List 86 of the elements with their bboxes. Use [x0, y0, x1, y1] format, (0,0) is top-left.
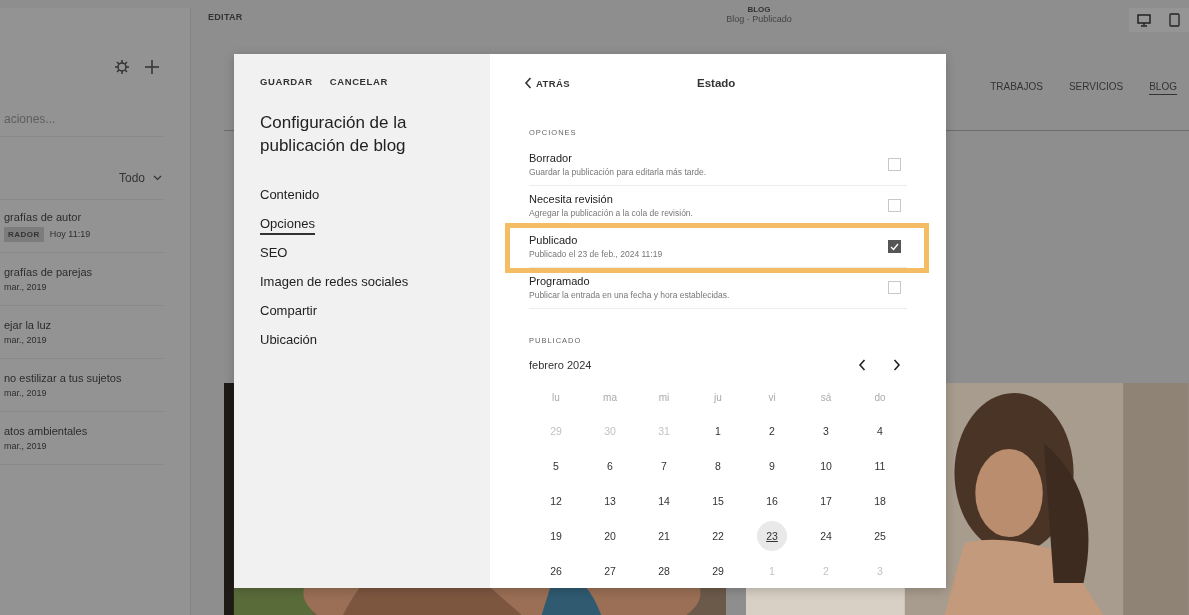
- post-date: mar., 2019: [4, 441, 47, 451]
- calendar-day[interactable]: 25: [865, 520, 895, 551]
- calendar-day[interactable]: 17: [811, 485, 841, 516]
- menu-item[interactable]: Contenido: [260, 187, 320, 206]
- calendar-day[interactable]: 12: [541, 485, 571, 516]
- post-date: mar., 2019: [4, 388, 47, 398]
- calendar-day[interactable]: 11: [865, 450, 895, 481]
- filter-dropdown[interactable]: Todo: [118, 167, 162, 189]
- menu-item[interactable]: Imagen de redes sociales: [260, 274, 409, 293]
- calendar-day[interactable]: 16: [757, 485, 787, 516]
- menu-item[interactable]: SEO: [260, 245, 288, 264]
- weekday-label: mi: [657, 391, 671, 405]
- dialog-title: Configuración de la publicación de blog: [260, 112, 408, 157]
- calendar-day[interactable]: 6: [595, 450, 625, 481]
- option-label: Necesita revisión: [529, 193, 614, 206]
- settings-icon[interactable]: [114, 59, 130, 75]
- chevron-down-icon: [153, 175, 162, 181]
- option-description: Publicar la entrada en una fecha y hora establecidas.: [529, 290, 731, 301]
- post-date: mar., 2019: [4, 282, 47, 292]
- post-item[interactable]: no estilizar a tus sujetos mar., 2019: [0, 359, 164, 412]
- weekday-label: do: [873, 391, 887, 405]
- weekday-label: lu: [551, 391, 561, 405]
- calendar-day[interactable]: 28: [649, 555, 679, 586]
- calendar-day[interactable]: 24: [811, 520, 841, 551]
- calendar-day[interactable]: 15: [703, 485, 733, 516]
- post-item[interactable]: ejar la luz mar., 2019: [0, 306, 164, 359]
- weekday-label: sá: [819, 391, 833, 405]
- weekday-label: ju: [712, 391, 723, 405]
- option-description: Guardar la publicación para editarla más tarde.: [529, 167, 708, 178]
- desktop-icon[interactable]: [1129, 8, 1159, 32]
- nav-link[interactable]: SERVICIOS: [1068, 79, 1124, 95]
- status-badge: RADOR: [4, 226, 44, 242]
- back-button[interactable]: ATRÁS: [524, 77, 571, 90]
- post-date: Hoy 11:19: [49, 229, 91, 239]
- option-label: Publicado: [529, 234, 579, 247]
- calendar-day[interactable]: 9: [757, 450, 787, 481]
- post-item[interactable]: grafías de parejas mar., 2019: [0, 253, 164, 306]
- option-description: Publicado el 23 de feb., 2024 11:19: [529, 249, 664, 260]
- panel-title: Estado: [697, 77, 736, 90]
- nav-link[interactable]: TRABAJOS: [990, 79, 1043, 95]
- calendar-day[interactable]: 27: [595, 555, 625, 586]
- post-title: ejar la luz: [4, 319, 53, 331]
- post-title: no estilizar a tus sujetos: [4, 372, 123, 384]
- calendar-day[interactable]: 4: [865, 415, 895, 446]
- tablet-icon[interactable]: [1159, 8, 1189, 32]
- add-icon[interactable]: [144, 59, 160, 75]
- calendar-day[interactable]: 1: [703, 415, 733, 446]
- menu-item[interactable]: Compartir: [260, 303, 318, 322]
- post-title: grafías de autor: [4, 210, 83, 223]
- option-label: Programado: [529, 275, 591, 288]
- menu-item[interactable]: Ubicación: [260, 332, 318, 351]
- cancel-button[interactable]: CANCELAR: [329, 76, 388, 87]
- calendar-day[interactable]: 18: [865, 485, 895, 516]
- menu-item[interactable]: Opciones: [260, 216, 315, 235]
- calendar-day[interactable]: 26: [541, 555, 571, 586]
- calendar-day[interactable]: 14: [649, 485, 679, 516]
- calendar-day[interactable]: 13: [595, 485, 625, 516]
- calendar-day[interactable]: 8: [703, 450, 733, 481]
- page-status: Blog · Publicado: [726, 14, 792, 24]
- post-title: grafías de parejas: [4, 266, 94, 278]
- calendar-day[interactable]: 21: [649, 520, 679, 551]
- chevron-left-icon: [524, 77, 532, 90]
- post-date: mar., 2019: [4, 335, 47, 345]
- save-button[interactable]: GUARDAR: [260, 76, 313, 87]
- option-label: Borrador: [529, 152, 573, 165]
- calendar-day[interactable]: 3: [811, 415, 841, 446]
- mode-label: EDITAR: [208, 12, 243, 22]
- calendar-day[interactable]: 23: [757, 520, 787, 551]
- page-title: BLOG: [747, 5, 771, 14]
- calendar-day[interactable]: 19: [541, 520, 571, 551]
- post-item[interactable]: atos ambientales mar., 2019: [0, 412, 164, 465]
- calendar-day[interactable]: 5: [541, 450, 571, 481]
- checkbox[interactable]: [888, 240, 901, 254]
- calendar-day[interactable]: 22: [703, 520, 733, 551]
- calendar-day[interactable]: 29: [703, 555, 733, 586]
- post-title: atos ambientales: [4, 425, 89, 437]
- post-item[interactable]: grafías de autor RADOR Hoy 11:19: [0, 200, 164, 253]
- weekday-label: ma: [602, 391, 618, 405]
- calendar-day[interactable]: 10: [811, 450, 841, 481]
- nav-link[interactable]: BLOG: [1149, 79, 1177, 95]
- weekday-label: vi: [767, 391, 777, 405]
- calendar-day[interactable]: 7: [649, 450, 679, 481]
- month-label: febrero 2024: [529, 359, 593, 371]
- calendar-day[interactable]: 20: [595, 520, 625, 551]
- option-description: Agregar la publicación a la cola de revisión.: [529, 208, 694, 219]
- calendar-day[interactable]: 2: [757, 415, 787, 446]
